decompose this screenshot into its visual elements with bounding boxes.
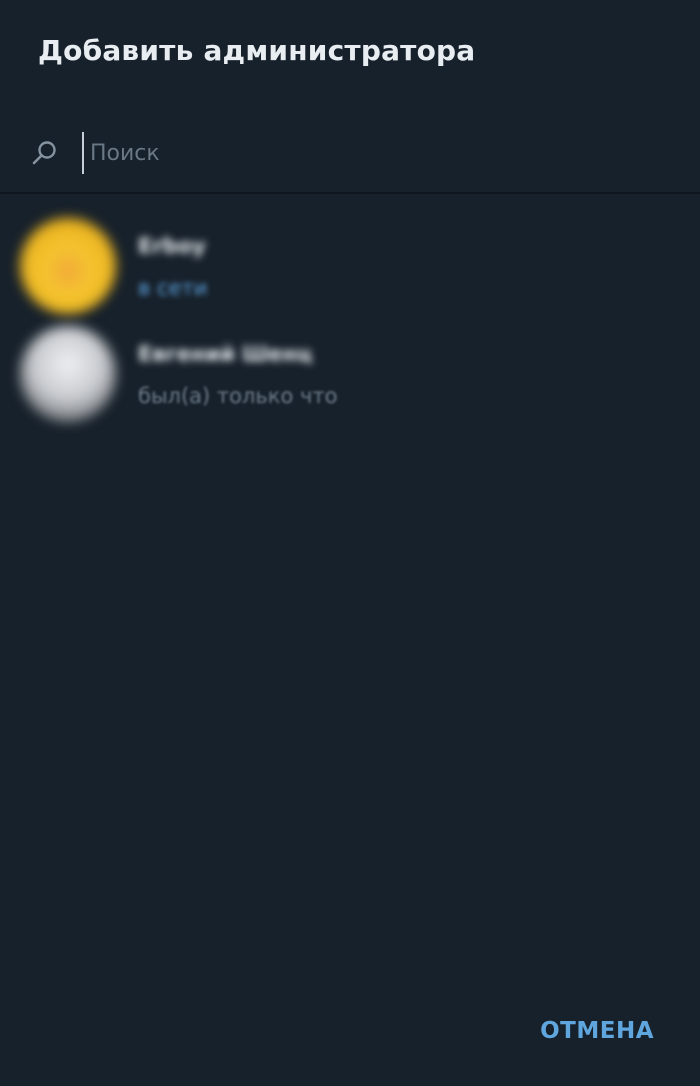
- search-bar: [0, 112, 700, 194]
- contact-status: в сети: [138, 276, 208, 300]
- add-admin-dialog: Добавить администратора Erboy в сети Евг…: [0, 0, 700, 1086]
- avatar: [20, 326, 116, 422]
- avatar: [20, 218, 116, 314]
- contact-row[interactable]: Erboy в сети: [0, 204, 700, 314]
- contact-status: был(а) только что: [138, 384, 338, 408]
- contact-name: Евгений Шенц: [138, 342, 313, 366]
- search-input[interactable]: [82, 132, 652, 174]
- contact-row[interactable]: Евгений Шенц был(а) только что: [0, 312, 700, 422]
- cancel-button[interactable]: ОТМЕНА: [534, 1014, 660, 1048]
- search-icon: [32, 141, 56, 165]
- contact-name: Erboy: [138, 234, 206, 258]
- dialog-title: Добавить администратора: [38, 34, 476, 67]
- contact-list: Erboy в сети Евгений Шенц был(а) только …: [0, 204, 700, 422]
